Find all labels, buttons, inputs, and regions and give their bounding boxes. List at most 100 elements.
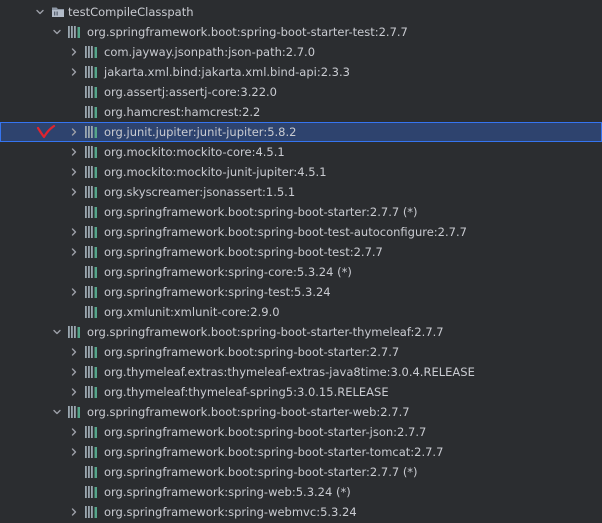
- dependency-row[interactable]: org.springframework:spring-test:5.3.24: [0, 282, 602, 302]
- library-icon: [84, 66, 97, 78]
- library-icon: [84, 166, 97, 178]
- dependency-row[interactable]: org.springframework.boot:spring-boot-sta…: [0, 422, 602, 442]
- chevron-right-icon[interactable]: [69, 47, 79, 57]
- expand-arrow[interactable]: [68, 362, 80, 382]
- chevron-right-icon[interactable]: [69, 367, 79, 377]
- dependency-row[interactable]: org.springframework.boot:spring-boot-tes…: [0, 222, 602, 242]
- dependency-row[interactable]: org.springframework.boot:spring-boot-sta…: [0, 342, 602, 362]
- expand-arrow[interactable]: [68, 442, 80, 462]
- chevron-right-icon[interactable]: [69, 227, 79, 237]
- dependency-group-row[interactable]: org.springframework.boot:spring-boot-sta…: [0, 322, 602, 342]
- dependency-label: org.skyscreamer:jsonassert:1.5.1: [104, 185, 296, 199]
- expand-arrow[interactable]: [68, 182, 80, 202]
- dependency-row[interactable]: org.mockito:mockito-junit-jupiter:4.5.1: [0, 162, 602, 182]
- library-icon: [84, 186, 97, 198]
- dependency-row[interactable]: org.thymeleaf:thymeleaf-spring5:3.0.15.R…: [0, 382, 602, 402]
- expand-arrow[interactable]: [68, 122, 80, 142]
- expand-arrow[interactable]: [68, 242, 80, 262]
- chevron-right-icon[interactable]: [69, 347, 79, 357]
- dependency-label: org.mockito:mockito-core:4.5.1: [104, 145, 285, 159]
- dependency-label: org.springframework.boot:spring-boot-sta…: [104, 445, 444, 459]
- dependency-row[interactable]: org.springframework:spring-web:5.3.24 (*…: [0, 482, 602, 502]
- expand-arrow[interactable]: [68, 142, 80, 162]
- chevron-right-icon[interactable]: [69, 387, 79, 397]
- library-icon: [84, 366, 97, 378]
- expand-arrow[interactable]: [34, 2, 46, 22]
- dependency-row[interactable]: org.xmlunit:xmlunit-core:2.9.0: [0, 302, 602, 322]
- dependency-label: org.mockito:mockito-junit-jupiter:4.5.1: [104, 165, 327, 179]
- red-check-mark-icon: [36, 124, 56, 139]
- dependency-row[interactable]: org.springframework.boot:spring-boot-sta…: [0, 462, 602, 482]
- library-icon-wrapper: [67, 402, 81, 422]
- library-icon-wrapper: [84, 242, 98, 262]
- chevron-down-icon[interactable]: [52, 27, 62, 37]
- dependency-row[interactable]: org.skyscreamer:jsonassert:1.5.1: [0, 182, 602, 202]
- library-icon-wrapper: [84, 82, 98, 102]
- dependency-label: org.springframework.boot:spring-boot-sta…: [104, 345, 400, 359]
- expand-arrow[interactable]: [68, 422, 80, 442]
- dependency-row[interactable]: org.thymeleaf.extras:thymeleaf-extras-ja…: [0, 362, 602, 382]
- chevron-down-icon[interactable]: [35, 7, 45, 17]
- chevron-right-icon[interactable]: [69, 427, 79, 437]
- dependency-row[interactable]: org.assertj:assertj-core:3.22.0: [0, 82, 602, 102]
- expand-arrow[interactable]: [51, 322, 63, 342]
- dependency-row[interactable]: org.hamcrest:hamcrest:2.2: [0, 102, 602, 122]
- library-icon-wrapper: [84, 362, 98, 382]
- library-icon: [84, 286, 97, 298]
- library-icon-wrapper: [67, 322, 81, 342]
- library-icon-wrapper: [67, 22, 81, 42]
- expand-arrow[interactable]: [68, 342, 80, 362]
- dependency-row[interactable]: com.jayway.jsonpath:json-path:2.7.0: [0, 42, 602, 62]
- expand-arrow[interactable]: [68, 162, 80, 182]
- library-icon: [67, 406, 80, 418]
- dependency-label: org.thymeleaf.extras:thymeleaf-extras-ja…: [104, 365, 475, 379]
- library-icon: [84, 386, 97, 398]
- expand-arrow[interactable]: [51, 402, 63, 422]
- dependency-tree: testCompileClasspath org.springframework.…: [0, 0, 602, 523]
- library-icon: [67, 26, 80, 38]
- dependency-label: org.springframework.boot:spring-boot-tes…: [104, 245, 383, 259]
- expand-arrow[interactable]: [68, 282, 80, 302]
- library-icon-wrapper: [84, 222, 98, 242]
- dependency-group-row[interactable]: org.springframework.boot:spring-boot-sta…: [0, 22, 602, 42]
- expand-arrow[interactable]: [68, 222, 80, 242]
- chevron-right-icon[interactable]: [69, 147, 79, 157]
- chevron-right-icon[interactable]: [69, 127, 79, 137]
- chevron-right-icon[interactable]: [69, 247, 79, 257]
- library-icon-wrapper: [84, 262, 98, 282]
- chevron-right-icon[interactable]: [69, 287, 79, 297]
- chevron-right-icon[interactable]: [69, 67, 79, 77]
- library-icon: [84, 446, 97, 458]
- dependency-row[interactable]: org.springframework:spring-core:5.3.24 (…: [0, 262, 602, 282]
- library-icon-wrapper: [84, 202, 98, 222]
- chevron-down-icon[interactable]: [52, 407, 62, 417]
- dependency-row[interactable]: org.springframework.boot:spring-boot-sta…: [0, 442, 602, 462]
- expand-arrow[interactable]: [68, 382, 80, 402]
- library-icon-wrapper: [84, 162, 98, 182]
- dependency-label: org.springframework.boot:spring-boot-sta…: [104, 425, 427, 439]
- chevron-down-icon[interactable]: [52, 327, 62, 337]
- expand-arrow[interactable]: [51, 22, 63, 42]
- chevron-right-icon[interactable]: [69, 447, 79, 457]
- dependency-row[interactable]: org.springframework.boot:spring-boot-tes…: [0, 242, 602, 262]
- dependency-row[interactable]: org.junit.jupiter:junit-jupiter:5.8.2: [0, 122, 602, 142]
- expand-arrow[interactable]: [68, 42, 80, 62]
- dependency-row[interactable]: org.mockito:mockito-core:4.5.1: [0, 142, 602, 162]
- dependency-row[interactable]: jakarta.xml.bind:jakarta.xml.bind-api:2.…: [0, 62, 602, 82]
- expand-arrow[interactable]: [68, 502, 80, 522]
- dependency-label: org.springframework.boot:spring-boot-tes…: [104, 225, 467, 239]
- dependency-label: org.springframework.boot:spring-boot-sta…: [87, 405, 410, 419]
- dependency-label: org.xmlunit:xmlunit-core:2.9.0: [104, 305, 280, 319]
- library-icon-wrapper: [84, 502, 98, 522]
- dependency-label: org.springframework.boot:spring-boot-sta…: [87, 25, 408, 39]
- chevron-right-icon[interactable]: [69, 507, 79, 517]
- library-icon: [84, 206, 97, 218]
- expand-arrow[interactable]: [68, 62, 80, 82]
- dependency-group-row[interactable]: org.springframework.boot:spring-boot-sta…: [0, 402, 602, 422]
- tree-root-label: testCompileClasspath: [68, 5, 194, 19]
- dependency-row[interactable]: org.springframework:spring-webmvc:5.3.24: [0, 502, 602, 522]
- tree-root-row[interactable]: testCompileClasspath: [0, 2, 602, 22]
- chevron-right-icon[interactable]: [69, 167, 79, 177]
- chevron-right-icon[interactable]: [69, 187, 79, 197]
- dependency-row[interactable]: org.springframework.boot:spring-boot-sta…: [0, 202, 602, 222]
